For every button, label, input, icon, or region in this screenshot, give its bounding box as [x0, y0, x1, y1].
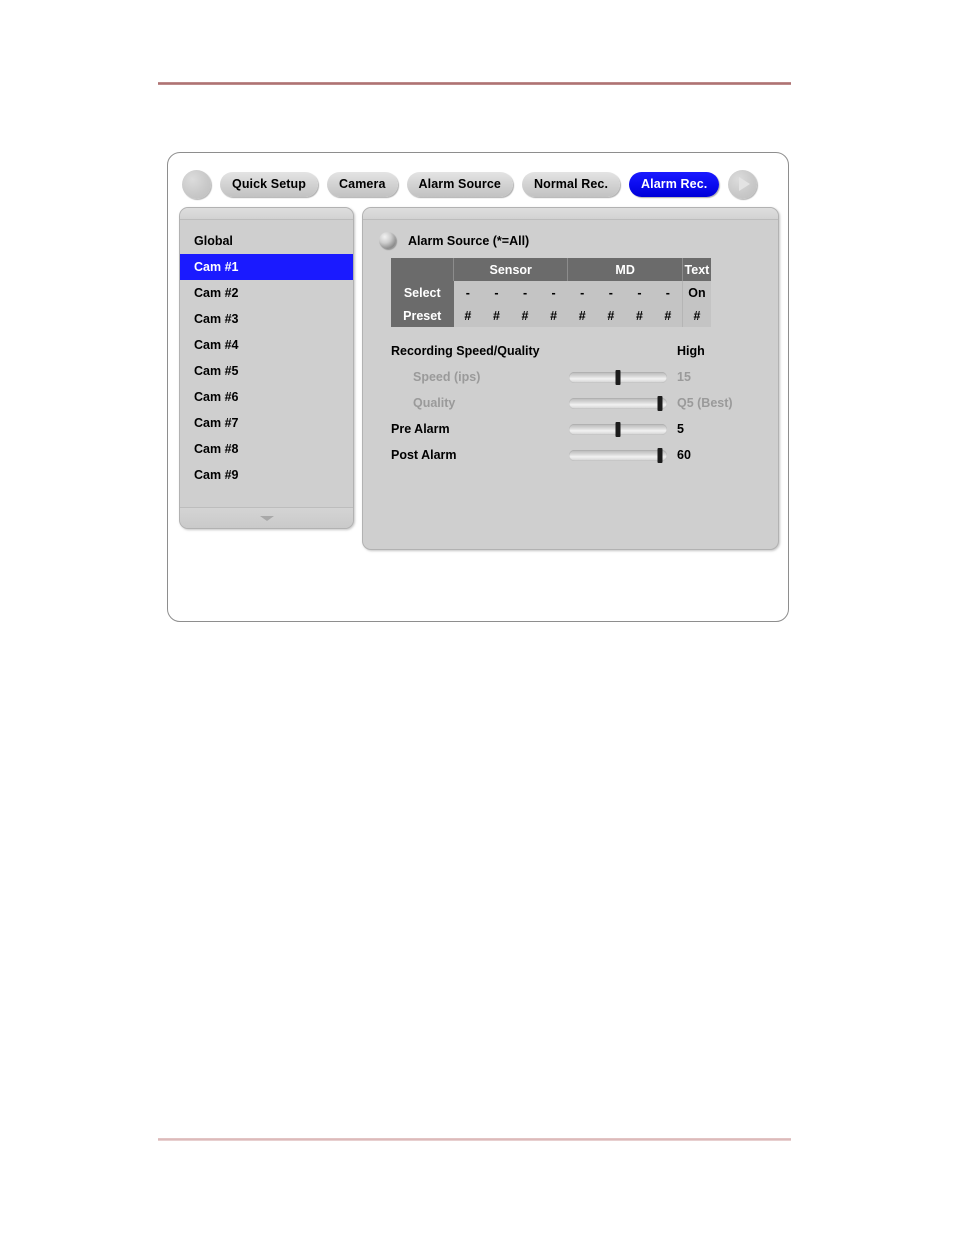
setting-row-quality: Quality Q5 (Best) [391, 390, 778, 416]
cell-select-2[interactable]: - [482, 281, 511, 304]
sidebar-item-cam-5[interactable]: Cam #5 [180, 358, 353, 384]
setting-value: High [677, 344, 705, 358]
column-header-sensor: Sensor [452, 258, 568, 281]
tab-label: Alarm Source [418, 177, 501, 191]
cell-preset-7[interactable]: # [625, 304, 654, 327]
row-label-preset: Preset [391, 304, 454, 327]
next-page-button[interactable] [728, 169, 758, 199]
page-header-rule [158, 82, 791, 85]
table-row: Preset # # # # # # # # # [391, 304, 711, 327]
tab-alarm-rec[interactable]: Alarm Rec. [629, 171, 720, 197]
cell-select-6[interactable]: - [596, 281, 626, 304]
setting-row-pre-alarm: Pre Alarm 5 [391, 416, 778, 442]
cell-select-3[interactable]: - [510, 281, 540, 304]
alarm-source-section-header: Alarm Source (*=All) [379, 232, 778, 249]
sidebar-item-label: Cam #4 [194, 338, 239, 352]
cell-select-1[interactable]: - [453, 281, 483, 304]
tab-label: Normal Rec. [533, 177, 609, 191]
slider-thumb[interactable] [615, 369, 621, 385]
slider-speed-ips[interactable] [569, 369, 667, 385]
column-header-text: Text [681, 258, 711, 281]
sidebar-item-cam-8[interactable]: Cam #8 [180, 436, 353, 462]
alarm-source-table: Sensor MD Text Select - - - - - - - - On Preset # # # # #… [391, 258, 711, 327]
setting-value: 5 [677, 422, 684, 436]
cell-select-9[interactable]: On [681, 281, 711, 304]
sidebar-item-label: Cam #2 [194, 286, 239, 300]
cell-preset-3[interactable]: # [510, 304, 540, 327]
tab-label: Camera [339, 177, 386, 191]
cell-preset-8[interactable]: # [653, 304, 683, 327]
alarm-source-title: Alarm Source (*=All) [408, 233, 530, 248]
sidebar-item-cam-7[interactable]: Cam #7 [180, 410, 353, 436]
cell-select-4[interactable]: - [539, 281, 568, 304]
setting-label: Post Alarm [391, 448, 457, 462]
setting-value: 15 [677, 370, 691, 384]
sidebar-item-label: Cam #5 [194, 364, 239, 378]
slider-thumb[interactable] [615, 421, 621, 437]
table-row: Select - - - - - - - - On [391, 281, 711, 304]
sidebar-item-cam-4[interactable]: Cam #4 [180, 332, 353, 358]
tab-label: Alarm Rec. [641, 177, 708, 191]
cell-select-7[interactable]: - [625, 281, 654, 304]
sidebar-item-cam-1[interactable]: Cam #1 [180, 254, 353, 280]
sidebar-item-cam-3[interactable]: Cam #3 [180, 306, 353, 332]
setting-row-post-alarm: Post Alarm 60 [391, 442, 778, 468]
tab-quick-setup[interactable]: Quick Setup [220, 171, 319, 197]
slider-thumb[interactable] [657, 447, 663, 463]
cell-preset-9[interactable]: # [681, 304, 711, 327]
sidebar-item-label: Global [194, 234, 233, 248]
cell-preset-1[interactable]: # [453, 304, 483, 327]
alarm-rec-panel: Alarm Source (*=All) Sensor MD Text Select… [362, 207, 779, 550]
previous-page-button[interactable] [182, 169, 211, 199]
sidebar-cap [180, 208, 353, 220]
setting-row-speed-ips: Speed (ips) 15 [391, 364, 778, 390]
camera-list-sidebar: Global Cam #1 Cam #2 Cam #3 Cam #4 Cam #5 Cam … [179, 207, 354, 529]
sidebar-item-label: Cam #7 [194, 416, 239, 430]
setup-dialog: Quick Setup Camera Alarm Source Normal Rec.… [167, 152, 789, 622]
sphere-bullet-icon [379, 232, 396, 249]
cell-preset-5[interactable]: # [567, 304, 597, 327]
sidebar-item-cam-2[interactable]: Cam #2 [180, 280, 353, 306]
setting-label: Pre Alarm [391, 422, 450, 436]
sidebar-item-label: Cam #9 [194, 468, 239, 482]
tab-normal-rec[interactable]: Normal Rec. [521, 171, 621, 197]
sidebar-item-label: Cam #1 [194, 260, 239, 274]
setting-value: 60 [677, 448, 691, 462]
settings-list: Recording Speed/Quality High Speed (ips) 15… [391, 338, 778, 468]
cell-preset-6[interactable]: # [596, 304, 626, 327]
sidebar-item-global[interactable]: Global [180, 228, 353, 254]
setting-label: Recording Speed/Quality [391, 344, 540, 358]
table-corner-cell [391, 258, 454, 281]
sidebar-scroll-down[interactable] [180, 507, 353, 528]
page-footer-rule [158, 1138, 791, 1141]
setting-label: Quality [413, 396, 456, 410]
sidebar-item-label: Cam #8 [194, 442, 239, 456]
cell-preset-4[interactable]: # [539, 304, 568, 327]
sidebar-item-cam-9[interactable]: Cam #9 [180, 462, 353, 488]
panel-cap [363, 208, 778, 220]
setting-row-recording-speed-quality: Recording Speed/Quality High [391, 338, 778, 364]
cell-select-8[interactable]: - [653, 281, 683, 304]
sidebar-item-label: Cam #6 [194, 390, 239, 404]
tab-camera[interactable]: Camera [327, 171, 398, 197]
chevron-down-icon [259, 515, 274, 521]
setting-label: Speed (ips) [413, 370, 481, 384]
cell-preset-2[interactable]: # [482, 304, 511, 327]
sidebar-item-cam-6[interactable]: Cam #6 [180, 384, 353, 410]
tab-alarm-source[interactable]: Alarm Source [406, 171, 513, 197]
slider-thumb[interactable] [657, 395, 663, 411]
column-header-md: MD [567, 258, 683, 281]
slider-post-alarm[interactable] [569, 447, 667, 463]
sidebar-item-label: Cam #3 [194, 312, 239, 326]
table-group-header-row: Sensor MD Text [391, 258, 711, 281]
setting-value: Q5 (Best) [677, 396, 733, 410]
slider-pre-alarm[interactable] [569, 421, 667, 437]
cell-select-5[interactable]: - [567, 281, 597, 304]
slider-quality[interactable] [569, 395, 667, 411]
tab-label: Quick Setup [232, 177, 307, 191]
camera-list: Global Cam #1 Cam #2 Cam #3 Cam #4 Cam #5 Cam … [180, 220, 353, 488]
row-label-select: Select [391, 281, 454, 304]
tab-bar: Quick Setup Camera Alarm Source Normal Rec.… [176, 163, 782, 205]
